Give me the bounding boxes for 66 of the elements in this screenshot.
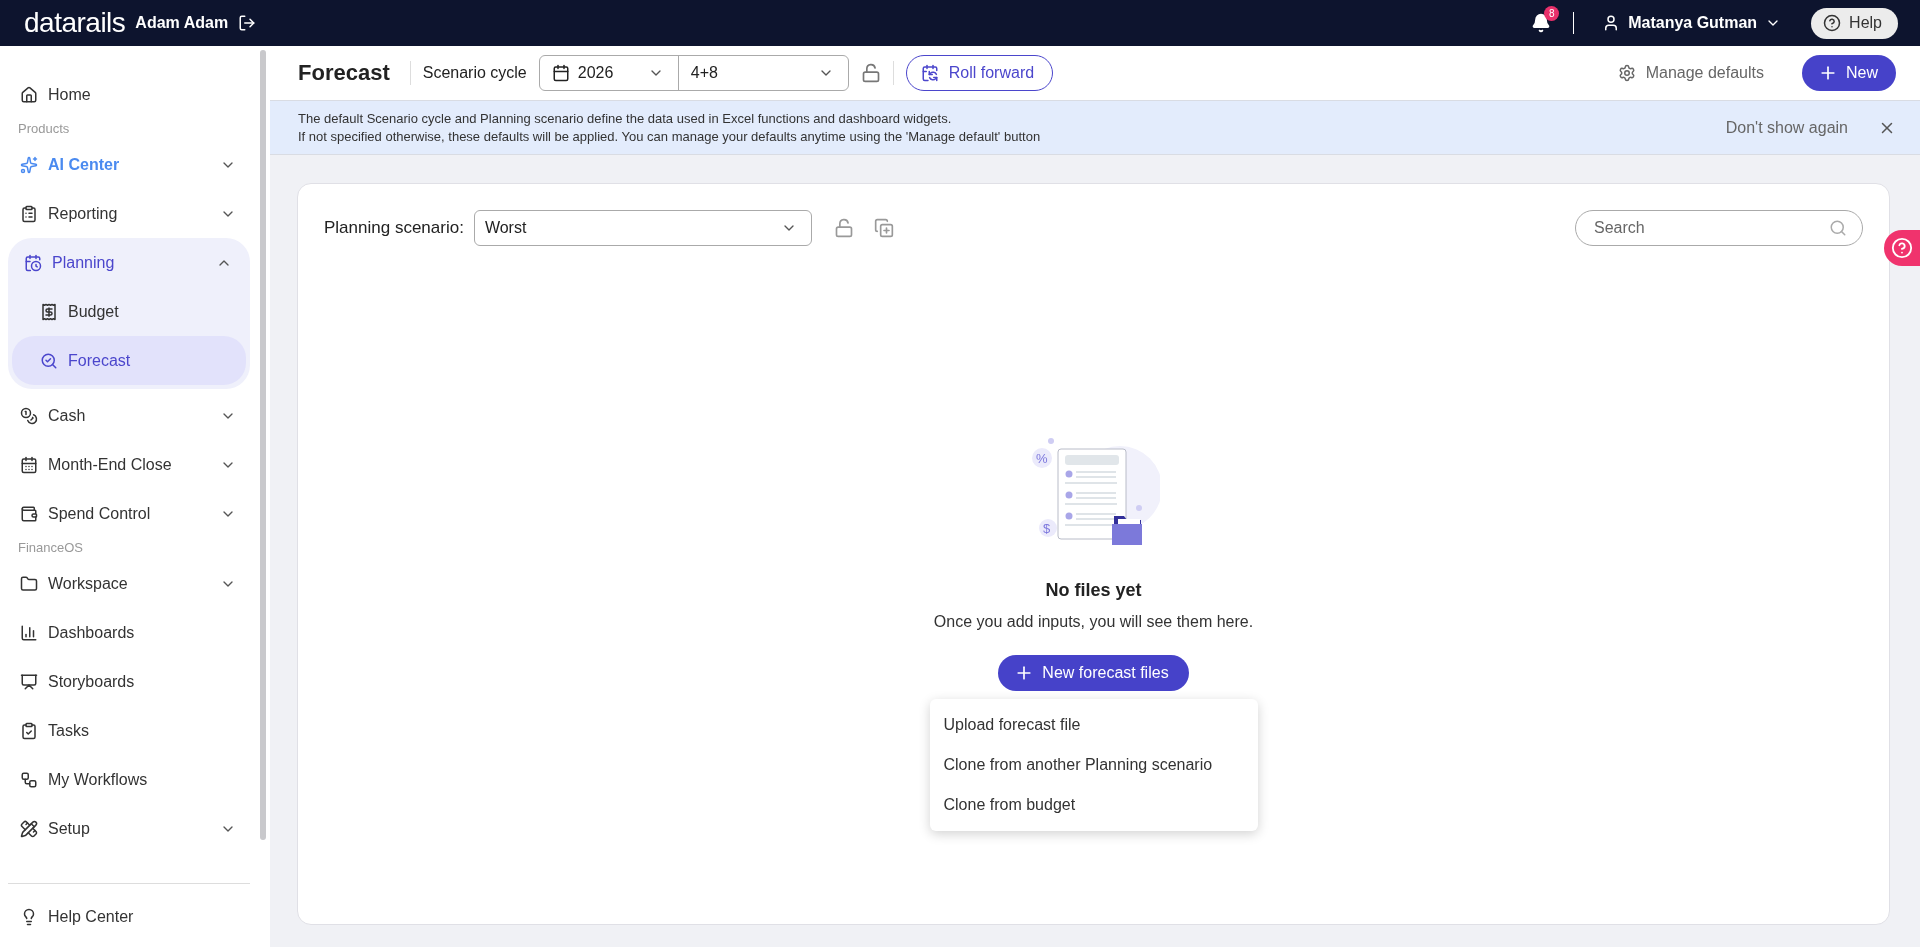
menu-icon (40, 302, 58, 321)
logo: datarails (24, 7, 126, 39)
unlock-icon[interactable] (860, 63, 881, 83)
menu-icon (20, 155, 38, 174)
user-menu[interactable]: Matanya Gutman (1596, 13, 1788, 33)
menu-item[interactable]: Clone from budget (929, 785, 1258, 825)
menu-icon (24, 253, 42, 272)
field-label: Scenario cycle (422, 64, 527, 82)
section-label: FinanceOS (17, 539, 85, 557)
menu-item[interactable]: Clone from another Planning scenario (929, 745, 1258, 785)
notification-badge: 8 (1544, 6, 1560, 21)
page-title: Forecast (298, 60, 390, 86)
sidebar-item[interactable]: My Workflows (8, 755, 250, 804)
unlock-icon[interactable] (833, 218, 854, 238)
menu-icon (20, 574, 38, 593)
calendar-icon (920, 64, 939, 82)
menu-icon (20, 672, 38, 691)
workspace-name: Adam Adam (135, 14, 229, 32)
calendar-icon (551, 64, 570, 82)
sidebar-item[interactable]: Spend Control (8, 489, 250, 538)
search-icon (1829, 219, 1847, 237)
manage-defaults-button[interactable]: Manage defaults (1611, 63, 1770, 83)
help-button[interactable]: Help (1811, 7, 1898, 39)
menu-icon (20, 504, 38, 523)
scenario-cycle-select[interactable]: 2026 4+8 (538, 55, 849, 91)
sidebar-item[interactable]: Cash (8, 391, 250, 440)
sidebar-item[interactable]: Home (8, 70, 250, 119)
sidebar-item[interactable]: Help Center (8, 892, 250, 941)
field-label: Planning scenario: (324, 218, 464, 238)
logout-icon[interactable] (238, 14, 257, 32)
help-icon (1823, 14, 1842, 32)
banner-text: The default Scenario cycle and Planning scenario define the data used in Excel functions and dashboard widgets. (298, 109, 953, 128)
menu-item[interactable]: Upload forecast file (929, 705, 1258, 745)
planning-scenario-select[interactable]: Worst (473, 210, 812, 246)
help-icon[interactable] (1884, 230, 1920, 266)
sidebar-subitem[interactable]: Forecast (12, 336, 246, 385)
section-label: Products (17, 120, 71, 138)
new-forecast-files-button[interactable]: New forecast files (998, 655, 1189, 691)
empty-title: No files yet (1045, 580, 1142, 601)
sidebar-subitem[interactable]: Budget (12, 287, 246, 336)
sidebar-item[interactable]: Storyboards (8, 657, 250, 706)
sidebar-item[interactable]: Dashboards (8, 608, 250, 657)
menu-icon (20, 204, 38, 223)
menu-icon (20, 455, 38, 474)
menu-icon (20, 721, 38, 740)
sidebar-item[interactable]: Tasks (8, 706, 250, 755)
menu-icon (20, 406, 38, 425)
sidebar-item[interactable]: Setup (8, 804, 250, 853)
menu-icon (20, 623, 38, 642)
sidebar-item[interactable]: Workspace (8, 559, 250, 608)
search-field[interactable]: Search (1575, 210, 1863, 246)
banner-text: If not specified otherwise, these defaults will be applied. You can manage your defaults anytime using the 'Manage default' button (298, 127, 1042, 146)
empty-files-drawing: % $ (1027, 436, 1160, 548)
menu-icon (40, 351, 58, 370)
sidebar-item[interactable]: Planning (12, 238, 246, 287)
sidebar-item[interactable]: Reporting (8, 189, 250, 238)
dont-show-again-link[interactable]: Don't show again (1719, 117, 1854, 138)
menu-icon (20, 85, 38, 104)
roll-forward-button[interactable]: Roll forward (905, 55, 1054, 91)
empty-text: Once you add inputs, you will see them here. (933, 613, 1254, 631)
settings-icon (1617, 64, 1636, 82)
menu-icon (20, 819, 38, 838)
copy-plus-icon[interactable] (873, 218, 894, 238)
menu-icon (20, 770, 38, 789)
sidebar-item[interactable]: Month-End Close (8, 440, 250, 489)
new-button[interactable]: New (1802, 55, 1896, 91)
